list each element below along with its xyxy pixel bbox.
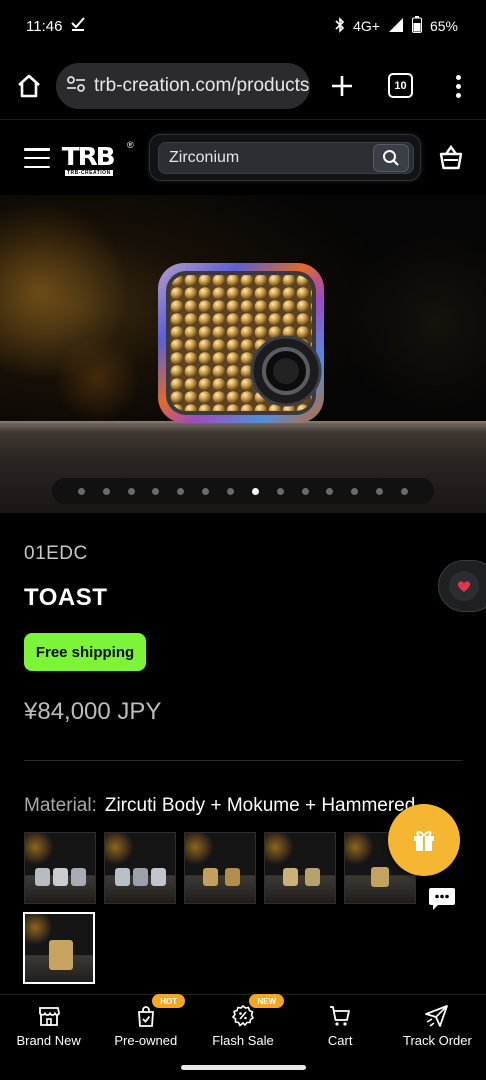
carousel-dot-12[interactable] bbox=[351, 487, 359, 495]
new-badge: NEW bbox=[249, 994, 285, 1008]
download-done-icon bbox=[70, 17, 86, 35]
carousel-dot-5[interactable] bbox=[177, 487, 185, 495]
product-image-carousel[interactable] bbox=[0, 195, 486, 513]
carousel-dot-2[interactable] bbox=[102, 487, 110, 495]
material-swatch-6[interactable] bbox=[23, 912, 95, 984]
heart-icon bbox=[449, 571, 479, 601]
home-icon[interactable] bbox=[12, 66, 46, 106]
more-menu-icon[interactable] bbox=[446, 70, 470, 102]
nav-label: Flash Sale bbox=[212, 1033, 274, 1048]
carousel-dot-14[interactable] bbox=[401, 487, 409, 495]
product-price: ¥84,000 JPY bbox=[24, 698, 162, 725]
track-plane-icon bbox=[424, 1003, 450, 1029]
carousel-dot-3[interactable] bbox=[127, 487, 135, 495]
material-swatch-3[interactable] bbox=[184, 832, 256, 904]
divider bbox=[24, 760, 463, 761]
address-bar[interactable]: trb-creation.com/products bbox=[56, 63, 310, 109]
browser-toolbar: trb-creation.com/products 10 bbox=[0, 56, 486, 118]
carousel-dot-6[interactable] bbox=[202, 487, 210, 495]
carousel-dot-8[interactable] bbox=[251, 487, 259, 495]
nav-flash-sale[interactable]: NEW Flash Sale bbox=[194, 994, 291, 1060]
carousel-dots bbox=[52, 478, 434, 504]
site-settings-icon[interactable] bbox=[66, 75, 86, 98]
nav-cart[interactable]: Cart bbox=[292, 995, 389, 1060]
signal-icon bbox=[388, 17, 404, 36]
carousel-dot-13[interactable] bbox=[376, 487, 384, 495]
nav-brand-new[interactable]: Brand New bbox=[0, 995, 97, 1060]
nav-label: Cart bbox=[327, 1033, 353, 1048]
new-tab-icon[interactable] bbox=[326, 70, 358, 102]
gesture-handle[interactable] bbox=[181, 1065, 306, 1070]
hamburger-icon[interactable] bbox=[24, 148, 50, 168]
chat-icon[interactable] bbox=[428, 886, 456, 912]
product-photo bbox=[156, 261, 326, 425]
url-text: trb-creation.com/products bbox=[94, 75, 310, 96]
nav-pre-owned[interactable]: HOT Pre-owned bbox=[97, 994, 194, 1060]
material-swatch-2[interactable] bbox=[104, 832, 176, 904]
basket-icon[interactable] bbox=[437, 144, 465, 172]
material-swatch-4[interactable] bbox=[264, 832, 336, 904]
gift-icon[interactable] bbox=[388, 804, 460, 876]
store-icon bbox=[36, 1003, 62, 1029]
nav-label: Brand New bbox=[16, 1033, 81, 1048]
search-box bbox=[149, 134, 421, 181]
cart-icon bbox=[327, 1003, 353, 1029]
carousel-dot-1[interactable] bbox=[77, 487, 85, 495]
product-title: TOAST bbox=[24, 584, 108, 611]
carousel-dot-4[interactable] bbox=[152, 487, 160, 495]
carousel-dot-9[interactable] bbox=[276, 487, 284, 495]
material-label: Material: bbox=[24, 795, 97, 816]
status-time: 11:46 bbox=[26, 17, 63, 35]
carousel-dot-10[interactable] bbox=[301, 487, 309, 495]
product-vendor[interactable]: 01EDC bbox=[24, 543, 88, 565]
carousel-dot-11[interactable] bbox=[326, 487, 334, 495]
material-value: Zircuti Body + Mokume + Hammered bbox=[104, 795, 416, 816]
site-logo[interactable]: TRB ® TRB-CREATION bbox=[61, 140, 135, 176]
nav-label: Track Order bbox=[402, 1033, 472, 1048]
status-bar: 11:46 4G+ 65% bbox=[0, 0, 486, 52]
bluetooth-icon bbox=[335, 16, 345, 36]
free-shipping-badge: Free shipping bbox=[24, 633, 146, 671]
site-header: TRB ® TRB-CREATION bbox=[0, 120, 486, 195]
logo-text: TRB bbox=[61, 142, 116, 171]
logo-registered: ® bbox=[127, 140, 134, 150]
hot-badge: HOT bbox=[152, 994, 186, 1008]
network-type: 4G+ bbox=[353, 18, 380, 34]
nav-track-order[interactable]: Track Order bbox=[389, 995, 486, 1060]
nav-label: Pre-owned bbox=[114, 1033, 178, 1048]
battery-icon bbox=[411, 16, 422, 36]
wishlist-button[interactable] bbox=[438, 560, 486, 612]
logo-subtext: TRB-CREATION bbox=[65, 170, 113, 176]
tabs-icon[interactable]: 10 bbox=[388, 73, 413, 98]
tab-count: 10 bbox=[394, 79, 407, 92]
carousel-dot-7[interactable] bbox=[227, 487, 235, 495]
material-swatch-1[interactable] bbox=[24, 832, 96, 904]
bottom-navigation: Brand New HOT Pre-owned NEW Flash Sale C… bbox=[0, 994, 486, 1060]
search-icon[interactable] bbox=[373, 144, 409, 172]
battery-percent: 65% bbox=[429, 18, 458, 34]
material-option: Material: Zircuti Body + Mokume + Hammere… bbox=[24, 795, 415, 817]
